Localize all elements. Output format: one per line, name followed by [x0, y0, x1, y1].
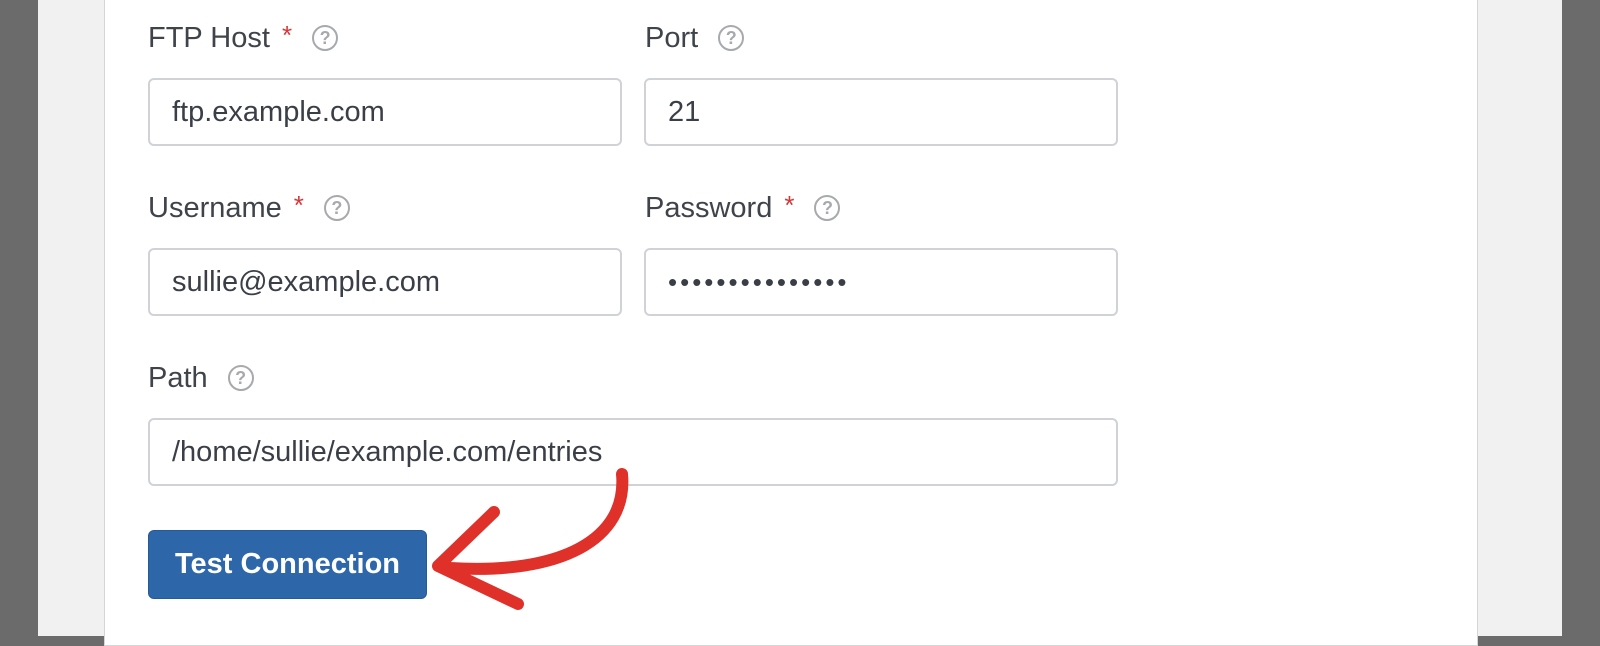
curved-arrow-icon — [432, 468, 629, 610]
